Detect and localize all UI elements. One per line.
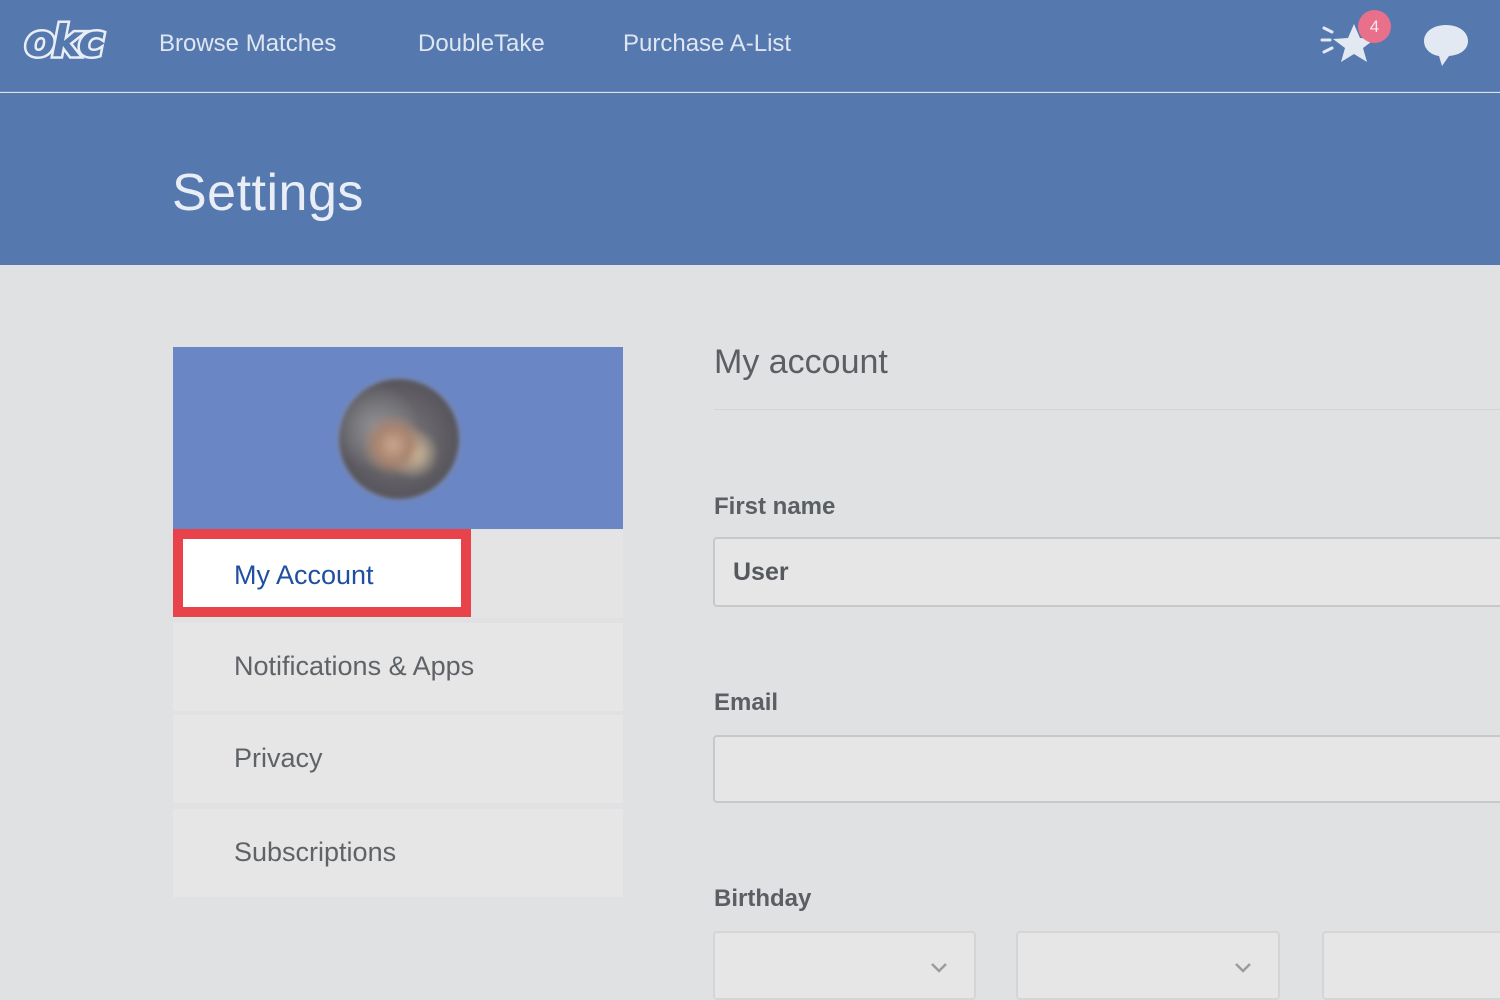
profile-card (173, 347, 623, 529)
sidebar-item-label: Privacy (234, 743, 323, 773)
sidebar-item-privacy[interactable]: Privacy (173, 715, 623, 803)
notification-badge: 4 (1358, 10, 1391, 43)
sidebar-item-label: My Account (234, 560, 374, 590)
nav-link-browse-matches[interactable]: Browse Matches (159, 30, 336, 58)
sidebar-item-label: Notifications & Apps (234, 651, 475, 681)
svg-text:okc: okc (25, 16, 104, 66)
sidebar-item-label: Subscriptions (234, 837, 397, 867)
birthday-label: Birthday (714, 885, 812, 912)
section-title: My account (714, 343, 888, 381)
nav-link-doubletake[interactable]: DoubleTake (418, 30, 545, 58)
nav-link-purchase-a-list[interactable]: Purchase A-List (623, 30, 791, 58)
chevron-down-icon (1235, 963, 1251, 973)
sidebar-item-subscriptions[interactable]: Subscriptions (173, 809, 623, 897)
top-navigation-bar: okc Browse Matches DoubleTake Purchase A… (0, 0, 1500, 92)
page-title: Settings (172, 164, 364, 222)
email-field[interactable] (713, 735, 1500, 803)
okc-logo[interactable]: okc (16, 16, 110, 66)
section-divider (714, 409, 1500, 410)
first-name-field[interactable] (713, 537, 1500, 607)
birthday-year-select[interactable] (1322, 931, 1500, 1000)
sidebar-item-notifications-apps[interactable]: Notifications & Apps (173, 623, 623, 711)
chevron-down-icon (931, 963, 947, 973)
birthday-day-select[interactable] (1016, 931, 1280, 1000)
sidebar-item-my-account[interactable]: My Account (173, 529, 471, 617)
settings-header: Settings (0, 93, 1500, 265)
first-name-label: First name (714, 493, 836, 520)
email-label: Email (714, 689, 779, 716)
chat-bubble-icon (1424, 25, 1468, 66)
birthday-month-select[interactable] (713, 931, 976, 1000)
messages-button[interactable] (1420, 20, 1472, 70)
avatar[interactable] (339, 379, 459, 499)
